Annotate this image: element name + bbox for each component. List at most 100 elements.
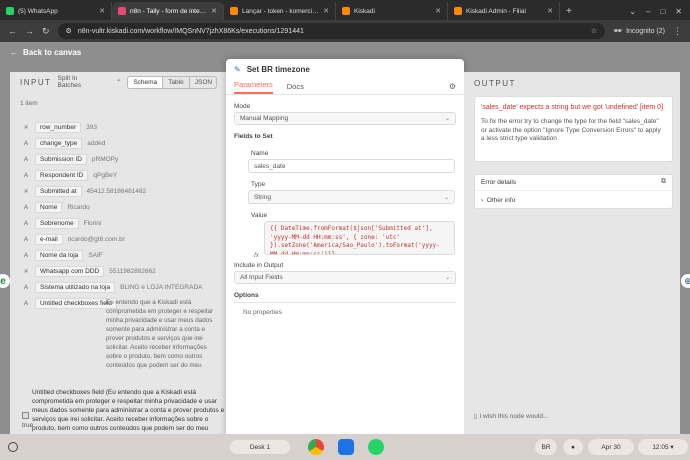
browser-tab-lancar[interactable]: Lançar - token - komercial - Kiskadi ✕ — [224, 2, 336, 20]
tab-title: Kiskadi Admin - Filial — [466, 7, 526, 15]
field-name[interactable]: change_type — [35, 138, 83, 149]
schema-row[interactable]: # Submitted at 45412.58186481482 — [22, 186, 146, 197]
date-button[interactable]: Apr 30 — [588, 439, 634, 455]
field-name[interactable]: e-mail — [35, 234, 63, 245]
back-arrow-icon[interactable]: ← — [8, 26, 17, 36]
incognito-label: Incognito (2) — [626, 27, 665, 35]
new-tab-button[interactable]: + — [560, 2, 578, 20]
field-name[interactable]: Nome — [35, 202, 63, 213]
notifications-icon[interactable]: ● — [563, 439, 583, 455]
field-name[interactable]: Untitled checkboxes field — [35, 298, 117, 309]
schema-row[interactable]: A Sistema utilizado na loja BLING e LOJA I… — [22, 282, 202, 293]
lang-label: BR — [541, 443, 551, 451]
mode-select[interactable]: Manual Mapping ⌄ — [234, 112, 456, 125]
schema-row[interactable]: Ae-mail ricardo@gt6.com.br — [22, 234, 125, 245]
schema-row[interactable]: A Respondent ID qPgBeY — [22, 170, 117, 181]
field-name-input[interactable]: sales_date — [248, 159, 455, 173]
tab-title: n8n - Tally - form de interesse — [130, 7, 208, 15]
field-name[interactable]: Submitted at — [35, 186, 82, 197]
schema-row[interactable]: A Untitled checkboxes field — [22, 298, 117, 309]
close-icon[interactable]: ✕ — [211, 7, 217, 15]
field-name[interactable]: Nome da loja — [35, 250, 84, 261]
site-info-icon[interactable]: ⚙ — [66, 27, 72, 35]
schema-row[interactable]: A Nome Ricardo — [22, 202, 90, 213]
field-name[interactable]: Whatsapp com DDD — [35, 266, 105, 277]
field-name[interactable]: Submission ID — [35, 154, 87, 165]
chrome-icon[interactable] — [308, 439, 324, 455]
n8n-app: ← Back to canvas INPUT Split In Batches ⌄ … — [0, 42, 690, 440]
field-value: pRMOPy — [91, 156, 119, 163]
chevron-down-icon[interactable]: ⌄ — [629, 7, 636, 16]
checkbox[interactable] — [22, 412, 29, 419]
field-value: qPgBeY — [93, 172, 118, 179]
close-icon[interactable]: ✕ — [675, 7, 682, 16]
close-icon[interactable]: ✕ — [323, 7, 329, 15]
lightbulb-icon: ▯ — [474, 413, 478, 420]
field-value: 45412.58186481482 — [86, 188, 147, 195]
url-text: n8n-vultr.kiskadi.com/workflow/IMQSnNV7j… — [77, 27, 304, 35]
other-info-toggle[interactable]: › Other info — [481, 197, 515, 204]
mode-value: Manual Mapping — [240, 115, 289, 122]
browser-tab-kiskadi-admin[interactable]: Kiskadi Admin - Filial ✕ — [448, 2, 560, 20]
include-label: Include in Output — [234, 262, 284, 269]
error-title: 'sales_date' expects a string but we got… — [481, 104, 664, 111]
close-icon[interactable]: ✕ — [547, 7, 553, 15]
copy-icon[interactable]: ⧉ — [661, 178, 666, 186]
schema-row[interactable]: Achange_type added — [22, 138, 105, 149]
wifi-icon: ▾ — [670, 444, 674, 451]
bookmark-star-icon[interactable]: ☆ — [591, 27, 597, 35]
chevron-down-icon: ⌄ — [443, 194, 449, 201]
schema-row[interactable]: A Nome da loja SAIF — [22, 250, 103, 261]
tab-docs[interactable]: Docs — [287, 82, 304, 94]
type-select[interactable]: String ⌄ — [248, 190, 455, 204]
field-name[interactable]: Respondent ID — [35, 170, 89, 181]
launcher-icon[interactable] — [8, 442, 18, 452]
desk-button[interactable]: Desk 1 — [230, 440, 290, 454]
schema-row[interactable]: A Submission ID pRMOPy — [22, 154, 118, 165]
forward-arrow-icon[interactable]: → — [25, 26, 34, 36]
tab-parameters[interactable]: Parameters — [234, 80, 273, 94]
close-icon[interactable]: ✕ — [435, 7, 441, 15]
tab-json[interactable]: JSON — [190, 77, 216, 88]
status-tray[interactable]: 12:05 ▾ — [638, 439, 688, 455]
node-tabs: Parameters Docs ⚙ — [226, 79, 464, 95]
gear-icon[interactable]: ⚙ — [449, 82, 456, 91]
close-icon[interactable]: ✕ — [99, 7, 105, 15]
schema-row[interactable]: # Whatsapp com DDD 5511982882662 — [22, 266, 156, 277]
messages-icon[interactable] — [338, 439, 354, 455]
value-label: Value — [251, 212, 268, 219]
string-type-icon: A — [23, 220, 29, 227]
schema-row[interactable]: # row_number 393 — [22, 122, 97, 133]
back-to-canvas-button[interactable]: ← Back to canvas — [10, 48, 81, 57]
browser-tab-kiskadi[interactable]: Kiskadi ✕ — [336, 2, 448, 20]
browser-tab-n8n[interactable]: n8n - Tally - form de interesse ✕ — [112, 2, 224, 20]
feedback-link[interactable]: ▯ I wish this node would... — [474, 412, 548, 420]
field-name[interactable]: Sistema utilizado na loja — [35, 282, 116, 293]
type-value: String — [254, 193, 271, 201]
incognito-badge[interactable]: 🕶 Incognito (2) — [613, 27, 665, 36]
browser-tab-whatsapp[interactable]: (5) WhatsApp ✕ — [0, 2, 112, 20]
other-info-label: Other info — [486, 197, 516, 204]
input-view-tabs: Schema Table JSON — [127, 75, 217, 89]
expression-editor[interactable]: {{ DateTime.fromFormat($json['Submitted … — [264, 221, 455, 255]
schema-row[interactable]: A Sobrenome Florini — [22, 218, 101, 229]
item-count: 1 item — [20, 100, 38, 107]
field-name[interactable]: Sobrenome — [35, 218, 79, 229]
back-label: Back to canvas — [23, 48, 82, 57]
address-bar[interactable]: ⚙ n8n-vultr.kiskadi.com/workflow/IMQSnNV… — [57, 23, 606, 39]
tab-schema[interactable]: Schema — [128, 76, 164, 88]
maximize-icon[interactable]: □ — [660, 7, 665, 16]
menu-icon[interactable]: ⋮ — [673, 26, 682, 37]
output-panel: OUTPUT 'sales_date' expects a string but… — [464, 72, 680, 434]
whatsapp-icon[interactable] — [368, 439, 384, 455]
input-method-indicator[interactable]: BR — [535, 439, 557, 455]
node-title[interactable]: Set BR timezone — [247, 65, 310, 74]
field-name[interactable]: row_number — [35, 122, 82, 133]
input-node-select[interactable]: Split In Batches ⌄ — [58, 75, 122, 89]
feedback-label: I wish this node would... — [479, 413, 549, 420]
include-select[interactable]: All Input Fields ⌄ — [234, 271, 456, 284]
reload-icon[interactable]: ↻ — [42, 26, 50, 37]
tab-table[interactable]: Table — [163, 76, 190, 88]
minimize-icon[interactable]: – — [646, 7, 650, 16]
string-type-icon: A — [23, 140, 29, 147]
